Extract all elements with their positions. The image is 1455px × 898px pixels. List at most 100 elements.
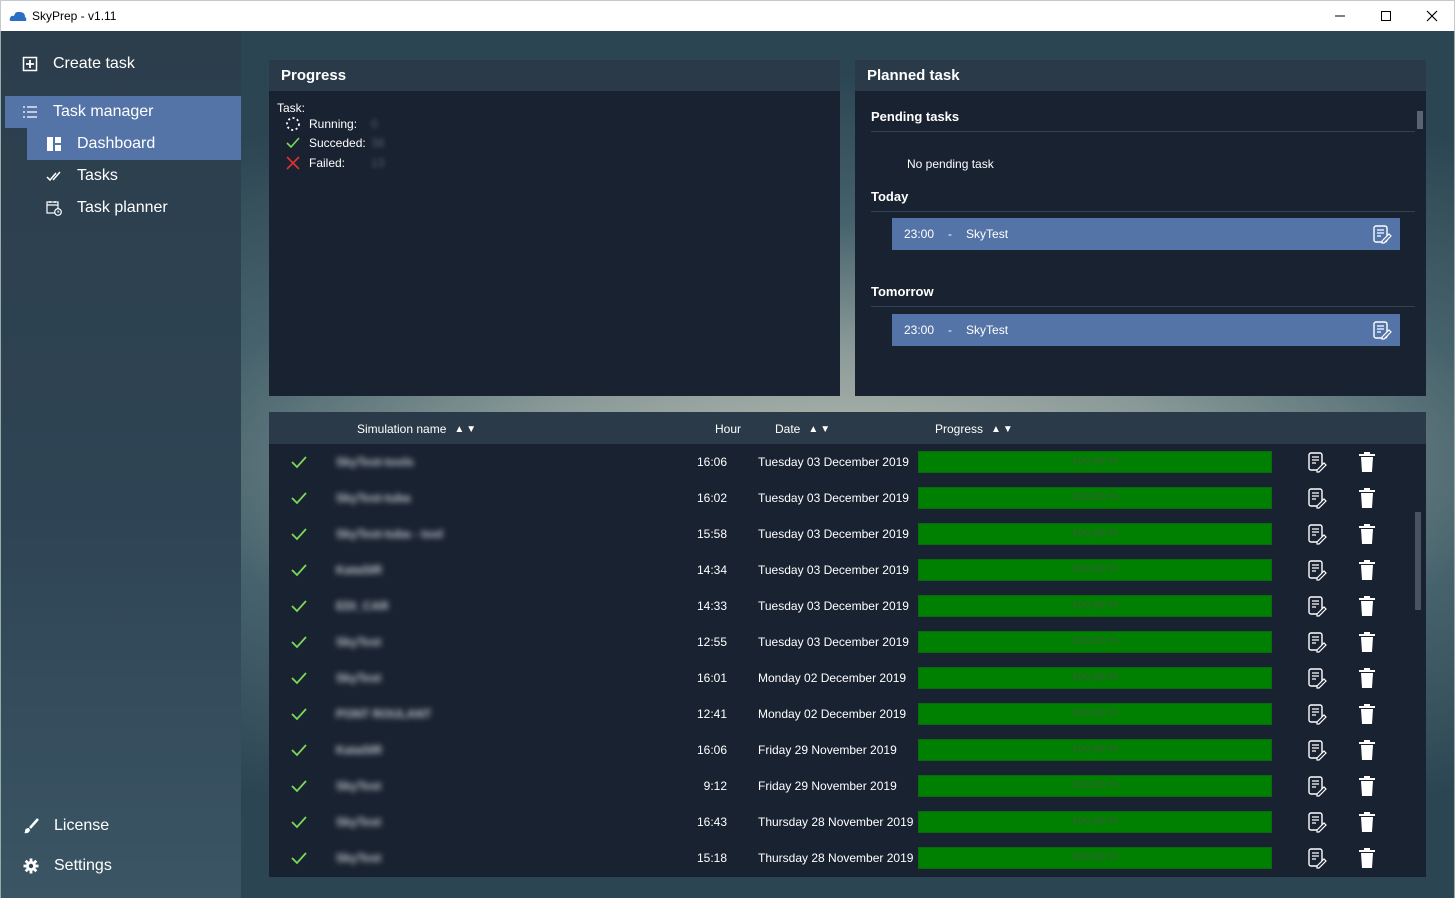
row-hour: 14:34 [696,563,727,577]
nav-tasks-label: Tasks [77,167,118,184]
trash-icon[interactable] [1358,451,1376,473]
row-hour: 15:18 [696,851,727,865]
trash-icon[interactable] [1358,739,1376,761]
today-planned-item[interactable]: 23:00 - SkyTest [892,218,1400,250]
planned-separator: - [948,323,953,337]
table-row[interactable]: SkyTest 9:12 Friday 29 November 2019 100,00… [269,768,1409,804]
sort-arrows-icon[interactable]: ▲▼ [454,424,478,435]
trash-icon[interactable] [1358,847,1376,869]
nav-dashboard[interactable]: Dashboard [27,128,242,160]
simulation-name: PONT ROULANT [336,707,432,721]
trash-icon[interactable] [1358,667,1376,689]
edit-note-icon[interactable] [1307,739,1327,761]
window-title: SkyPrep - v1.11 [32,9,117,23]
progress-bar: 100,00 % [918,775,1272,797]
header-hour: Hour [715,422,742,436]
check-icon [291,780,307,793]
table-row[interactable]: SkyTest-tuba - tool 15:58 Tuesday 03 Decem… [269,516,1409,552]
sort-arrows-icon[interactable]: ▲▼ [808,424,832,435]
nav-settings-label: Settings [54,857,112,874]
row-date: Thursday 28 November 2019 [758,851,914,865]
progress-text: 100,00 % [1071,491,1119,503]
edit-note-icon[interactable] [1307,523,1327,545]
minimize-icon [1335,15,1345,17]
trash-icon[interactable] [1358,703,1376,725]
table-row[interactable]: SkyTest-tools 16:06 Tuesday 03 December 20… [269,444,1409,480]
header-simulation-name[interactable]: Simulation name ▲▼ [357,422,478,436]
edit-note-icon[interactable] [1307,847,1327,869]
trash-icon[interactable] [1358,523,1376,545]
minimize-button[interactable] [1317,1,1363,31]
progress-bar: 100,00 % [918,739,1272,761]
planned-separator: - [948,227,953,241]
maximize-button[interactable] [1363,1,1409,31]
edit-note-icon[interactable] [1372,320,1392,340]
progress-bar: 100,00 % [918,559,1272,581]
nav-tasks[interactable]: Tasks [1,160,242,192]
cross-icon [285,155,301,171]
row-date: Tuesday 03 December 2019 [758,635,909,649]
header-progress[interactable]: Progress ▲▼ [935,422,1015,436]
edit-note-icon[interactable] [1307,775,1327,797]
simulation-name: SkyTest-tuba [336,491,411,505]
simulation-name: EDI_CAR [336,599,389,613]
table-scrollbar[interactable] [1415,512,1421,610]
progress-bar: 100,00 % [918,811,1272,833]
header-date[interactable]: Date ▲▼ [775,422,832,436]
trash-icon[interactable] [1358,811,1376,833]
check-icon [291,852,307,865]
progress-text: 100,00 % [1071,671,1119,683]
trash-icon[interactable] [1358,595,1376,617]
progress-text: 100,00 % [1071,599,1119,611]
sort-arrows-icon[interactable]: ▲▼ [991,424,1015,435]
tomorrow-planned-item[interactable]: 23:00 - SkyTest [892,314,1400,346]
edit-note-icon[interactable] [1307,487,1327,509]
table-row[interactable]: SkyTest 15:18 Thursday 28 November 2019 100… [269,840,1409,876]
edit-note-icon[interactable] [1307,703,1327,725]
check-icon [291,708,307,721]
nav-task-planner[interactable]: Task planner [1,192,242,224]
edit-note-icon[interactable] [1307,451,1327,473]
planned-time: 23:00 [904,227,935,241]
edit-note-icon[interactable] [1307,811,1327,833]
check-icon [291,492,307,505]
progress-text: 100,00 % [1071,779,1119,791]
edit-note-icon[interactable] [1307,595,1327,617]
today-section: Today [871,189,1415,212]
table-row[interactable]: SkyTest-tuba 16:02 Tuesday 03 December 201… [269,480,1409,516]
close-button[interactable] [1409,1,1455,31]
trash-icon[interactable] [1358,631,1376,653]
close-icon [1426,10,1438,22]
nav-license[interactable]: License [1,810,242,842]
table-row[interactable]: SkyTest 16:01 Monday 02 December 2019 100,0… [269,660,1409,696]
edit-note-icon[interactable] [1307,631,1327,653]
table-row[interactable]: SkyTest 16:43 Thursday 28 November 2019 100… [269,804,1409,840]
edit-note-icon[interactable] [1307,559,1327,581]
progress-title: Progress [269,60,840,91]
table-row[interactable]: KataSIR 14:34 Tuesday 03 December 2019 100,… [269,552,1409,588]
row-hour: 16:43 [696,815,727,829]
running-stat: Running: 0 [285,115,378,133]
nav-create-task[interactable]: Create task [1,48,242,80]
table-row[interactable]: PONT ROULANT 12:41 Monday 02 December 2019… [269,696,1409,732]
brush-icon [22,817,40,835]
succeeded-stat: Succeded: 38 [285,134,384,152]
trash-icon[interactable] [1358,559,1376,581]
pending-empty-text: No pending task [907,157,994,171]
table-row[interactable]: EDI_CAR 14:33 Tuesday 03 December 2019 100,… [269,588,1409,624]
row-date: Thursday 28 November 2019 [758,815,914,829]
edit-note-icon[interactable] [1372,224,1392,244]
progress-text: 100,00 % [1071,563,1119,575]
planned-scrollbar[interactable] [1417,111,1423,129]
table-row[interactable]: KataSIR 16:06 Friday 29 November 2019 100,0… [269,732,1409,768]
simulation-name: SkyTest [336,815,382,829]
tomorrow-section: Tomorrow [871,284,1415,307]
dashboard-icon [45,135,63,153]
nav-settings[interactable]: Settings [1,850,242,882]
trash-icon[interactable] [1358,775,1376,797]
table-row[interactable]: SkyTest 12:55 Tuesday 03 December 2019 100,… [269,624,1409,660]
edit-note-icon[interactable] [1307,667,1327,689]
check-icon [285,135,301,151]
trash-icon[interactable] [1358,487,1376,509]
nav-task-manager[interactable]: Task manager [5,96,242,128]
